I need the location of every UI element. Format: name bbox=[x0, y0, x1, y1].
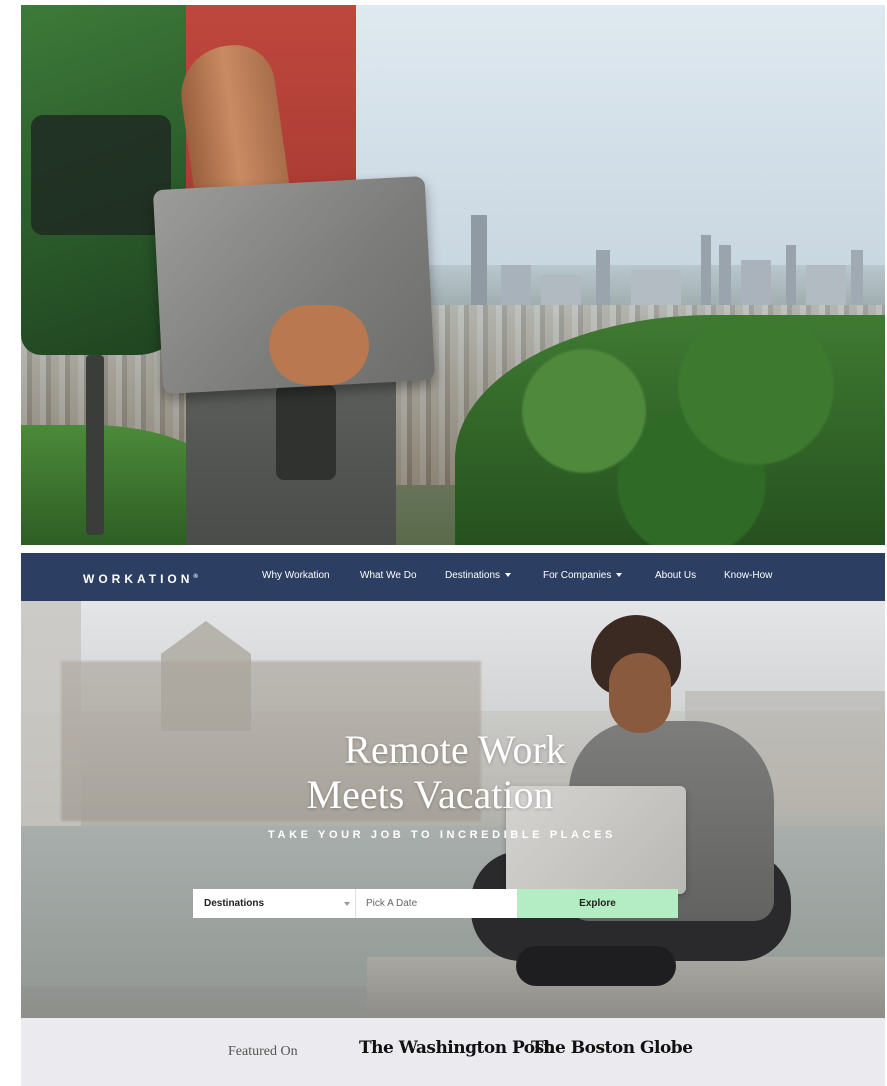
backpack-pocket bbox=[31, 115, 171, 235]
workation-website: WORKATION® Why Workation What We Do Dest… bbox=[21, 553, 885, 1086]
nav-label: Know-How bbox=[724, 570, 773, 581]
chevron-down-icon bbox=[344, 902, 350, 906]
nav-why-workation[interactable]: Why Workation bbox=[262, 553, 330, 601]
date-picker[interactable] bbox=[355, 889, 518, 918]
traveler-hand bbox=[269, 305, 369, 385]
washington-post-logo: The Washington Post bbox=[359, 1038, 552, 1058]
nav-label: Destinations bbox=[445, 570, 501, 581]
featured-on-bar: Featured On The Washington Post The Bost… bbox=[21, 1018, 885, 1086]
hero-photo-traveler bbox=[21, 5, 885, 545]
backpack-strap bbox=[86, 355, 104, 535]
nav-know-how[interactable]: Know-How bbox=[724, 553, 772, 601]
hero-title-line1: Remote Work bbox=[344, 727, 566, 772]
chevron-down-icon bbox=[616, 573, 623, 578]
chevron-down-icon bbox=[505, 573, 512, 578]
woman-shoes bbox=[516, 946, 676, 986]
featured-on-label: Featured On bbox=[228, 1044, 298, 1059]
destinations-label: Destinations bbox=[204, 898, 265, 909]
nav-what-we-do[interactable]: What We Do bbox=[360, 553, 417, 601]
brand-name: WORKATION bbox=[83, 572, 194, 586]
nav-for-companies[interactable]: For Companies bbox=[543, 553, 623, 601]
hero-section: Remote Work Meets Vacation TAKE YOUR JOB… bbox=[21, 601, 885, 1018]
brand-logo[interactable]: WORKATION® bbox=[83, 553, 198, 601]
explore-button[interactable]: Explore bbox=[517, 889, 678, 918]
boston-globe-logo: The Boston Globe bbox=[531, 1038, 693, 1058]
hero-title-line2: Meets Vacation bbox=[306, 772, 554, 817]
nav-label: For Companies bbox=[543, 570, 612, 581]
woman-face bbox=[609, 653, 671, 733]
hero-subtitle: TAKE YOUR JOB TO INCREDIBLE PLACES bbox=[268, 829, 616, 841]
nav-about-us[interactable]: About Us bbox=[655, 553, 696, 601]
destinations-select[interactable]: Destinations bbox=[193, 889, 355, 918]
nav-destinations[interactable]: Destinations bbox=[445, 553, 512, 601]
date-input[interactable] bbox=[356, 889, 518, 918]
brand-mark: ® bbox=[193, 574, 198, 580]
nav-label: About Us bbox=[655, 570, 697, 581]
top-navigation: WORKATION® Why Workation What We Do Dest… bbox=[21, 553, 885, 601]
pants-pocket bbox=[276, 385, 336, 480]
nav-label: What We Do bbox=[360, 570, 417, 581]
nav-label: Why Workation bbox=[262, 570, 330, 581]
